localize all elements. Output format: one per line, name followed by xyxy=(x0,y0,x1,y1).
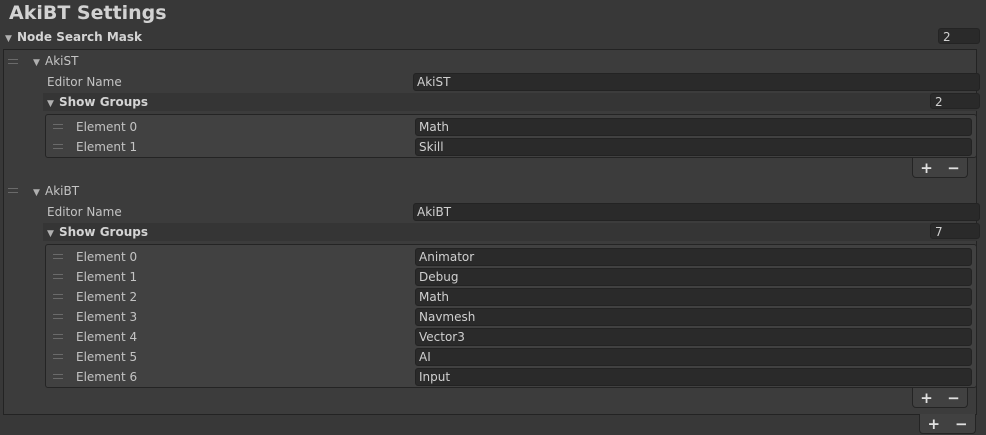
show-groups-header xyxy=(43,93,977,111)
drag-handle-icon[interactable] xyxy=(53,354,63,359)
drag-handle-icon[interactable] xyxy=(53,374,63,379)
window-title: AkiBT Settings xyxy=(9,2,167,24)
element-label: Element 1 xyxy=(76,270,138,284)
add-item-button[interactable]: + xyxy=(927,415,940,433)
remove-element-button[interactable]: − xyxy=(947,389,960,407)
show-groups-size-field[interactable]: 2 xyxy=(930,93,980,109)
drag-handle-icon[interactable] xyxy=(8,59,18,64)
list-footer: + − xyxy=(912,388,968,408)
element-label: Element 1 xyxy=(76,140,138,154)
element-label: Element 3 xyxy=(76,310,138,324)
show-groups-header xyxy=(43,223,977,241)
element-field[interactable]: Debug xyxy=(415,268,972,286)
show-groups-label: Show Groups xyxy=(59,95,148,109)
element-field[interactable]: Navmesh xyxy=(415,308,972,326)
element-field[interactable]: Math xyxy=(415,118,972,136)
show-groups-size-field[interactable]: 7 xyxy=(930,223,980,239)
show-groups-label: Show Groups xyxy=(59,225,148,239)
element-label: Element 6 xyxy=(76,370,138,384)
item-foldout-akibt[interactable]: ▼ AkiBT xyxy=(33,181,79,203)
element-label: Element 5 xyxy=(76,350,138,364)
node-search-mask-foldout[interactable]: ▼ Node Search Mask xyxy=(5,27,142,49)
drag-handle-icon[interactable] xyxy=(53,294,63,299)
drag-handle-icon[interactable] xyxy=(8,188,18,193)
item-name: AkiBT xyxy=(45,184,80,198)
remove-item-button[interactable]: − xyxy=(955,415,968,433)
item-name: AkiST xyxy=(45,54,79,68)
foldout-arrow-icon: ▼ xyxy=(47,99,54,109)
element-field[interactable]: Vector3 xyxy=(415,328,972,346)
element-field[interactable]: Input xyxy=(415,368,972,386)
item-foldout-akist[interactable]: ▼ AkiST xyxy=(33,51,78,73)
add-element-button[interactable]: + xyxy=(920,389,933,407)
editor-name-label: Editor Name xyxy=(47,205,122,219)
editor-name-field[interactable]: AkiST xyxy=(413,73,980,91)
element-label: Element 0 xyxy=(76,250,138,264)
editor-name-field[interactable]: AkiBT xyxy=(413,203,980,221)
drag-handle-icon[interactable] xyxy=(53,144,63,149)
element-label: Element 0 xyxy=(76,120,138,134)
foldout-arrow-icon: ▼ xyxy=(47,229,54,239)
element-field[interactable]: Math xyxy=(415,288,972,306)
node-search-mask-size-field[interactable]: 2 xyxy=(938,28,980,44)
element-label: Element 2 xyxy=(76,290,138,304)
remove-element-button[interactable]: − xyxy=(947,159,960,177)
editor-name-label: Editor Name xyxy=(47,75,122,89)
foldout-arrow-icon: ▼ xyxy=(5,34,12,44)
foldout-arrow-icon: ▼ xyxy=(33,188,40,198)
drag-handle-icon[interactable] xyxy=(53,274,63,279)
drag-handle-icon[interactable] xyxy=(53,254,63,259)
add-element-button[interactable]: + xyxy=(920,159,933,177)
drag-handle-icon[interactable] xyxy=(53,314,63,319)
element-field[interactable]: AI xyxy=(415,348,972,366)
foldout-arrow-icon: ▼ xyxy=(33,58,40,68)
node-search-mask-footer: + − xyxy=(919,414,976,434)
element-field[interactable]: Skill xyxy=(415,138,972,156)
element-field[interactable]: Animator xyxy=(415,248,972,266)
element-label: Element 4 xyxy=(76,330,138,344)
drag-handle-icon[interactable] xyxy=(53,334,63,339)
node-search-mask-label: Node Search Mask xyxy=(17,30,142,44)
list-footer: + − xyxy=(912,158,968,178)
drag-handle-icon[interactable] xyxy=(53,124,63,129)
show-groups-foldout[interactable]: ▼ Show Groups xyxy=(47,222,148,244)
show-groups-foldout[interactable]: ▼ Show Groups xyxy=(47,92,148,114)
